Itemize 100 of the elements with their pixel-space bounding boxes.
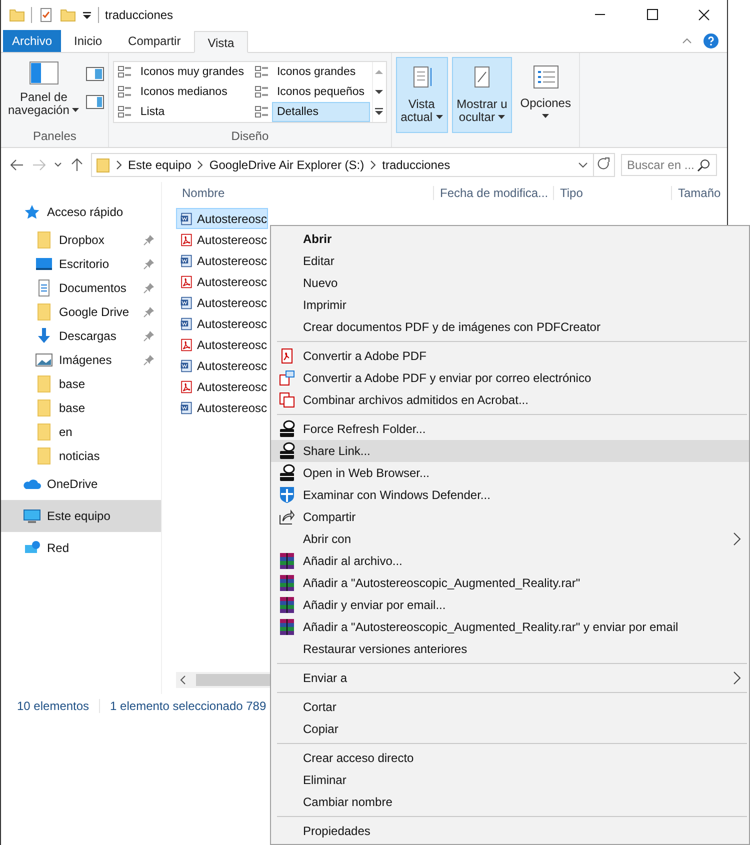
menu-item[interactable]: Share Link... xyxy=(271,440,749,462)
ribbon-tab[interactable]: Vista xyxy=(194,31,248,53)
sidebar-item[interactable]: Acceso rápido xyxy=(1,196,161,228)
menu-item[interactable]: Añadir al archivo... xyxy=(271,550,749,572)
sidebar-item[interactable]: Escritorio xyxy=(1,252,161,276)
menu-item[interactable]: Editar xyxy=(271,250,749,272)
menu-item[interactable]: Restaurar versiones anteriores xyxy=(271,638,749,660)
menu-item[interactable]: Convertir a Adobe PDF xyxy=(271,345,749,367)
ribbon-tab[interactable]: Inicio xyxy=(61,30,116,52)
sidebar-item[interactable]: Imágenes xyxy=(1,348,161,372)
chevron-icon[interactable] xyxy=(116,160,122,170)
column-header[interactable]: Tipo xyxy=(554,186,672,200)
menu-item[interactable]: Propiedades xyxy=(271,820,749,842)
menu-item[interactable]: Open in Web Browser... xyxy=(271,462,749,484)
sidebar-item[interactable]: base xyxy=(1,372,161,396)
layout-option[interactable]: Iconos muy grandes xyxy=(135,62,249,82)
pin-icon[interactable] xyxy=(143,354,155,366)
file-row[interactable]: Autostereosc xyxy=(176,229,268,250)
up-icon[interactable] xyxy=(69,157,85,173)
file-row[interactable]: Autostereosc xyxy=(176,355,268,376)
file-row[interactable]: Autostereosc xyxy=(176,208,268,229)
file-tab[interactable]: Archivo xyxy=(3,30,62,52)
layout-option[interactable]: Iconos pequeños xyxy=(272,82,370,102)
layout-option[interactable]: Iconos medianos xyxy=(135,82,249,102)
sidebar-item[interactable]: Red xyxy=(1,532,161,564)
word-document-icon xyxy=(180,358,193,374)
word-document-icon xyxy=(180,294,193,310)
sidebar-item[interactable]: Dropbox xyxy=(1,228,161,252)
scroll-down-icon[interactable] xyxy=(374,88,384,96)
share-icon xyxy=(279,509,295,525)
chevron-icon[interactable] xyxy=(197,160,204,170)
pdf-icon xyxy=(180,336,193,352)
file-row[interactable]: Autostereosc xyxy=(176,397,268,418)
pin-icon[interactable] xyxy=(143,306,155,318)
sidebar-item[interactable]: Este equipo xyxy=(1,500,161,532)
column-header[interactable]: Tamaño xyxy=(672,186,727,200)
menu-item[interactable]: Cambiar nombre xyxy=(271,791,749,813)
pdf-icon xyxy=(180,378,193,394)
sidebar-item[interactable]: Google Drive xyxy=(1,300,161,324)
sidebar-item[interactable]: base xyxy=(1,396,161,420)
file-row[interactable]: Autostereosc xyxy=(176,334,268,355)
menu-item[interactable]: Eliminar xyxy=(271,769,749,791)
file-row[interactable]: Autostereosc xyxy=(176,250,268,271)
ribbon-button[interactable]: Opciones xyxy=(516,57,575,133)
column-header[interactable]: Fecha de modifica... xyxy=(434,186,554,200)
menu-item[interactable]: Añadir a "Autostereoscopic_Augmented_Reality.rar" xyxy=(271,572,749,594)
menu-item[interactable]: Cortar xyxy=(271,696,749,718)
word-document-icon xyxy=(180,400,193,416)
sidebar-item[interactable]: en xyxy=(1,420,161,444)
pin-icon[interactable] xyxy=(143,258,155,270)
pin-icon[interactable] xyxy=(143,282,155,294)
menu-item[interactable]: Añadir a "Autostereoscopic_Augmented_Reality.rar" y enviar por email xyxy=(271,616,749,638)
menu-item[interactable]: Crear acceso directo xyxy=(271,747,749,769)
layout-option[interactable]: Detalles xyxy=(272,102,370,122)
layout-option[interactable]: Lista xyxy=(135,102,249,122)
breadcrumb[interactable]: traducciones xyxy=(382,158,450,172)
layout-option[interactable]: Iconos grandes xyxy=(272,62,370,82)
breadcrumb[interactable]: Este equipo xyxy=(128,158,192,172)
menu-item[interactable]: Compartir xyxy=(271,506,749,528)
ribbon-button[interactable]: Mostrar u ocultar xyxy=(452,57,512,133)
more-icon[interactable] xyxy=(374,108,384,116)
menu-item[interactable]: Crear documentos PDF y de imágenes con PDFCreator xyxy=(271,316,749,338)
menu-item[interactable]: Abrir xyxy=(271,228,749,250)
search-field[interactable]: Buscar en ... xyxy=(621,154,717,176)
search-icon[interactable] xyxy=(697,158,711,172)
menu-item[interactable]: Copiar xyxy=(271,718,749,740)
file-row[interactable]: Autostereosc xyxy=(176,292,268,313)
menu-item[interactable]: Convertir a Adobe PDF y enviar por correo electrónico xyxy=(271,367,749,389)
menu-item[interactable]: Enviar a xyxy=(271,667,749,689)
pin-icon[interactable] xyxy=(143,330,155,342)
pin-icon[interactable] xyxy=(143,234,155,246)
menu-item[interactable]: Combinar archivos admitidos en Acrobat... xyxy=(271,389,749,411)
ribbon-button[interactable]: Vista actual xyxy=(396,57,448,133)
details-pane-icon[interactable] xyxy=(86,95,104,109)
network-icon xyxy=(23,540,41,556)
menu-item[interactable]: Abrir con xyxy=(271,528,749,550)
chevron-icon[interactable] xyxy=(370,160,376,170)
file-row[interactable]: Autostereosc xyxy=(176,313,268,334)
menu-item[interactable]: Nuevo xyxy=(271,272,749,294)
ribbon-tab[interactable]: Compartir xyxy=(115,30,194,52)
help-icon[interactable] xyxy=(703,33,719,49)
file-name: Autostereosc xyxy=(196,212,267,226)
properties-icon[interactable] xyxy=(38,7,54,23)
menu-item[interactable]: Añadir y enviar por email... xyxy=(271,594,749,616)
file-row[interactable]: Autostereosc xyxy=(176,376,268,397)
file-row[interactable]: Autostereosc xyxy=(176,271,268,292)
refresh-icon[interactable] xyxy=(593,153,615,177)
column-header[interactable]: Nombre xyxy=(176,186,434,200)
sidebar-item[interactable]: OneDrive xyxy=(1,468,161,500)
menu-item[interactable]: Force Refresh Folder... xyxy=(271,418,749,440)
back-icon[interactable] xyxy=(9,157,25,173)
sidebar-item[interactable]: Documentos xyxy=(1,276,161,300)
archive-icon xyxy=(279,618,295,636)
breadcrumb[interactable]: GoogleDrive Air Explorer (S:) xyxy=(209,158,364,172)
sidebar-item[interactable]: Descargas xyxy=(1,324,161,348)
navigation-pane-button[interactable]: Panel de navegación xyxy=(5,57,82,121)
menu-item[interactable]: Examinar con Windows Defender... xyxy=(271,484,749,506)
sidebar-item[interactable]: noticias xyxy=(1,444,161,468)
menu-item[interactable]: Imprimir xyxy=(271,294,749,316)
preview-pane-icon[interactable] xyxy=(86,67,104,81)
